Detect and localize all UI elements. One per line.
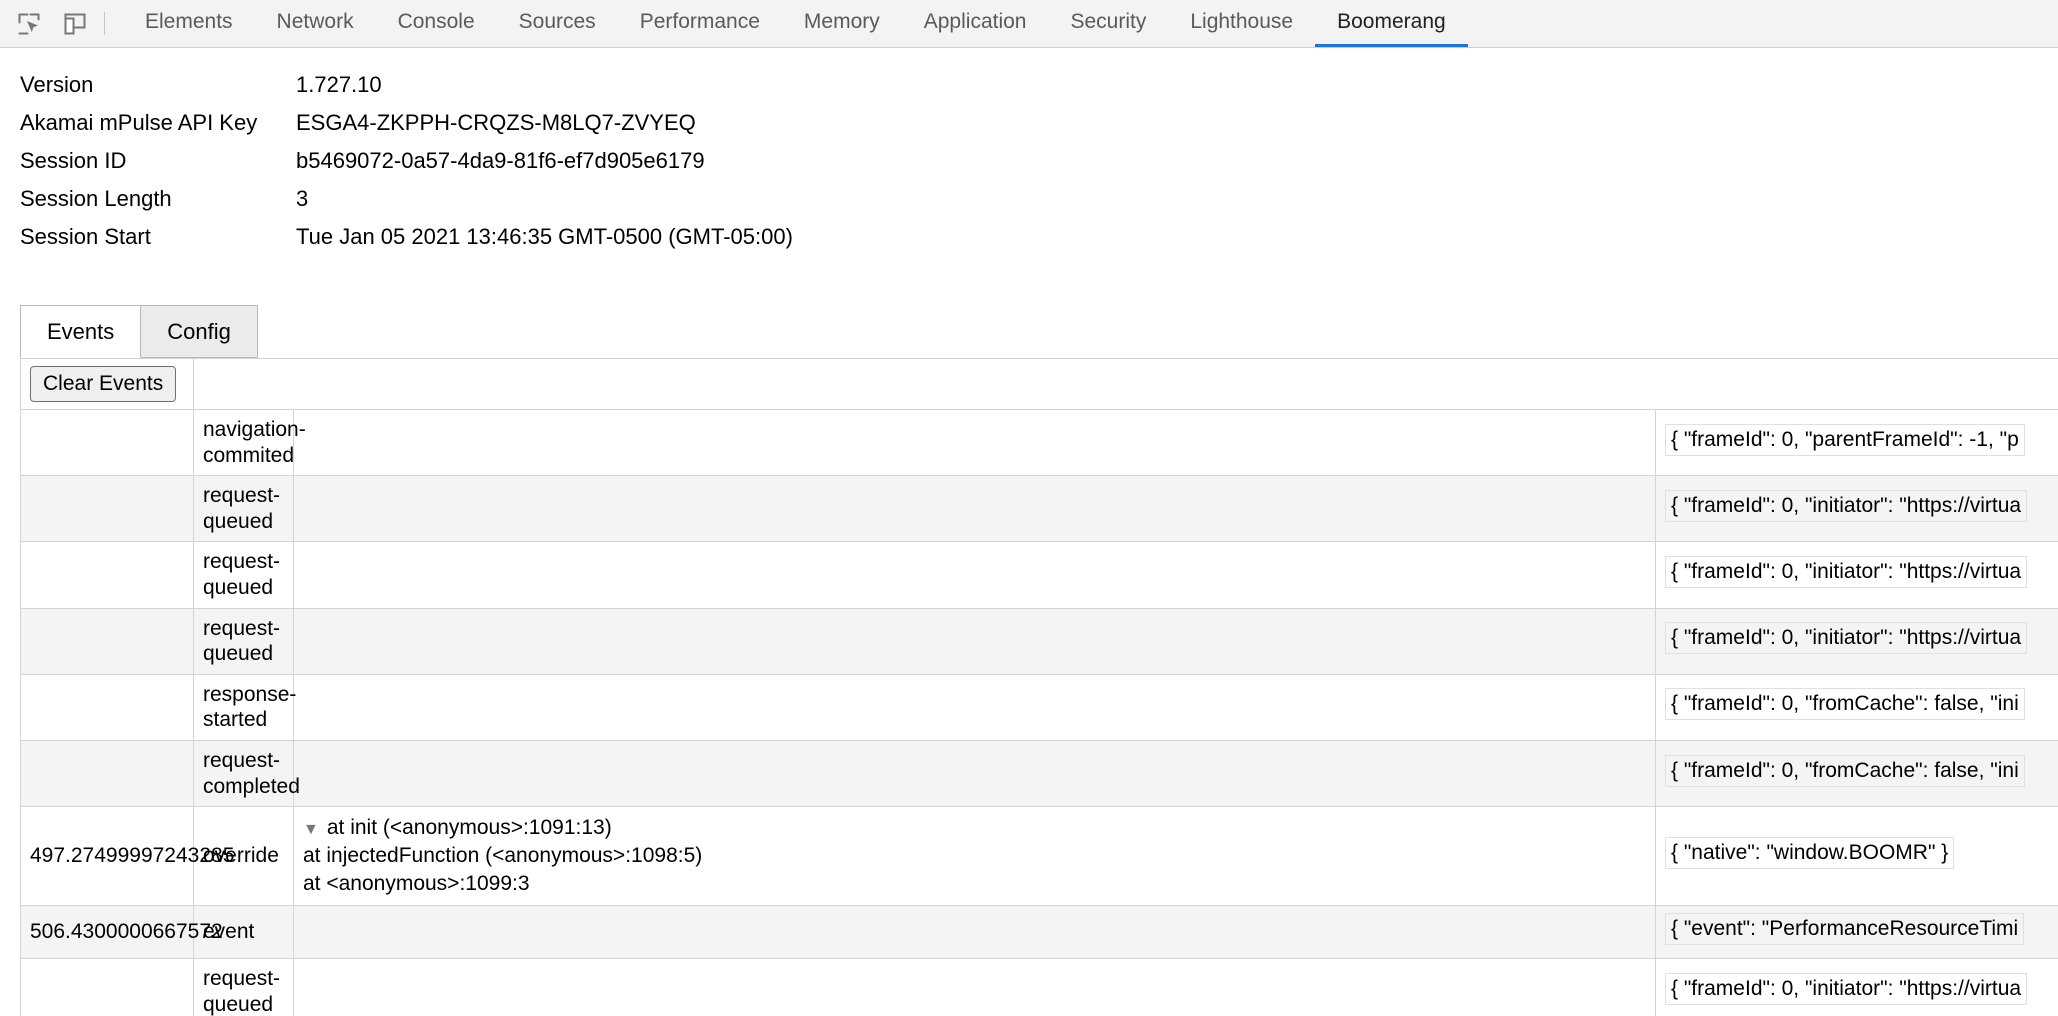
info-label-version: Version: [20, 72, 94, 97]
events-table-container: Clear Events navigation-commited { "frame…: [20, 358, 2058, 1016]
devtools-tab-list: Elements Network Console Sources Perform…: [123, 0, 1468, 47]
tab-elements[interactable]: Elements: [123, 0, 255, 47]
tab-sources[interactable]: Sources: [497, 0, 618, 47]
event-detail-cell: [293, 475, 1656, 543]
events-table-head: Clear Events: [20, 358, 2058, 410]
event-type-cell: event: [193, 905, 294, 960]
event-time-cell: 497.27499997243285: [20, 806, 234, 907]
event-json-cell: { "frameId": 0, "initiator": "https://vi…: [1654, 958, 2058, 1016]
event-json-cell: { "native": "window.BOOMR" }: [1654, 806, 2058, 907]
event-type-cell: request-completed: [193, 740, 300, 808]
event-time-cell: [20, 541, 194, 609]
table-row: response-started { "frameId": 0, "fromCac…: [20, 673, 2058, 742]
event-type-cell: request-queued: [193, 541, 294, 609]
event-detail-cell: [293, 607, 1656, 675]
table-row: request-queued { "frameId": 0, "initiator…: [20, 607, 2058, 675]
event-type-cell: request-queued: [193, 958, 294, 1016]
event-detail-cell: [293, 905, 1656, 960]
tab-memory[interactable]: Memory: [782, 0, 902, 47]
event-json-payload[interactable]: { "native": "window.BOOMR" }: [1665, 837, 1955, 870]
event-json-cell: { "frameId": 0, "initiator": "https://vi…: [1654, 607, 2058, 675]
event-time-cell: [20, 408, 194, 477]
tab-network[interactable]: Network: [255, 0, 376, 47]
event-time-cell: [20, 673, 194, 742]
event-json-payload[interactable]: { "frameId": 0, "parentFrameId": -1, "p: [1665, 423, 2025, 456]
info-row-version: Version 1.727.10: [20, 72, 2058, 110]
info-row-session-id: Session ID b5469072-0a57-4da9-81f6-ef7d9…: [20, 148, 2058, 186]
event-json-payload[interactable]: { "event": "PerformanceResourceTimi: [1665, 913, 2025, 946]
devtools-toolbar: Elements Network Console Sources Perform…: [0, 0, 2058, 48]
clear-events-header-cell: Clear Events: [20, 358, 194, 410]
header-spacer-cell: [192, 358, 2058, 410]
event-json-payload[interactable]: { "frameId": 0, "initiator": "https://vi…: [1665, 972, 2028, 1005]
event-json-payload[interactable]: { "frameId": 0, "initiator": "https://vi…: [1665, 556, 2028, 589]
event-time-cell: [20, 740, 194, 808]
event-json-cell: { "frameId": 0, "initiator": "https://vi…: [1654, 475, 2058, 543]
info-row-session-start: Session Start Tue Jan 05 2021 13:46:35 G…: [20, 224, 2058, 262]
tab-performance[interactable]: Performance: [618, 0, 782, 47]
event-json-payload[interactable]: { "frameId": 0, "initiator": "https://vi…: [1665, 622, 2028, 655]
event-type-cell: override: [193, 806, 294, 907]
toolbar-divider: [104, 12, 105, 35]
info-value-api-key: ESGA4-ZKPPH-CRQZS-M8LQ7-ZVYEQ: [296, 110, 696, 135]
event-json-payload[interactable]: { "frameId": 0, "initiator": "https://vi…: [1665, 489, 2028, 522]
event-type-cell: request-queued: [193, 607, 294, 675]
table-row: request-queued { "frameId": 0, "initiator…: [20, 475, 2058, 543]
event-json-cell: { "event": "PerformanceResourceTimi: [1654, 905, 2058, 960]
table-row: request-queued { "frameId": 0, "initiator…: [20, 958, 2058, 1016]
info-value-session-id: b5469072-0a57-4da9-81f6-ef7d905e6179: [296, 148, 705, 173]
session-info: Version 1.727.10 Akamai mPulse API Key E…: [0, 48, 2058, 262]
info-label-session-id: Session ID: [20, 148, 127, 173]
info-label-api-key: Akamai mPulse API Key: [20, 110, 258, 135]
event-detail-cell: [293, 408, 1656, 477]
clear-events-button[interactable]: Clear Events: [30, 366, 177, 402]
devtools-tool-icons: [0, 0, 100, 47]
event-time-cell: [20, 475, 194, 543]
info-label-session-length: Session Length: [20, 186, 172, 211]
events-table-body: navigation-commited { "frameId": 0, "pare…: [20, 408, 2058, 1016]
event-type-cell: navigation-commited: [193, 408, 306, 477]
event-time-cell: [20, 607, 194, 675]
panel-tab-list: Events Config: [20, 300, 2058, 358]
events-table: Clear Events navigation-commited { "frame…: [20, 358, 2058, 1016]
event-json-cell: { "frameId": 0, "parentFrameId": -1, "p: [1654, 408, 2058, 477]
event-json-payload[interactable]: { "frameId": 0, "fromCache": false, "ini: [1665, 688, 2025, 721]
event-detail-cell: [293, 740, 1656, 808]
event-json-cell: { "frameId": 0, "fromCache": false, "ini: [1654, 673, 2058, 742]
event-type-cell: request-queued: [193, 475, 294, 543]
info-value-version: 1.727.10: [296, 72, 382, 97]
event-detail-cell: [293, 673, 1656, 742]
event-json-cell: { "frameId": 0, "fromCache": false, "ini: [1654, 740, 2058, 808]
collapse-triangle-icon[interactable]: ▼: [303, 821, 319, 839]
event-json-payload[interactable]: { "frameId": 0, "fromCache": false, "ini: [1665, 754, 2025, 787]
panel-tab-events[interactable]: Events: [20, 304, 142, 358]
info-label-session-start: Session Start: [20, 224, 151, 249]
table-row: 497.27499997243285 override ▼ at init (<ano…: [20, 806, 2058, 907]
event-time-cell: 506.4300000667572: [20, 905, 223, 960]
tab-application[interactable]: Application: [902, 0, 1049, 47]
table-row: 506.4300000667572 event { "event": "Perfor…: [20, 905, 2058, 960]
event-detail-cell: [293, 541, 1656, 609]
event-detail-cell: [293, 958, 1656, 1016]
info-value-session-start: Tue Jan 05 2021 13:46:35 GMT-0500 (GMT-0…: [296, 224, 793, 249]
table-row: request-queued { "frameId": 0, "initiator…: [20, 541, 2058, 609]
event-time-cell: [20, 958, 194, 1016]
event-json-cell: { "frameId": 0, "initiator": "https://vi…: [1654, 541, 2058, 609]
info-value-session-length: 3: [296, 186, 309, 211]
tab-lighthouse[interactable]: Lighthouse: [1168, 0, 1315, 47]
info-row-api-key: Akamai mPulse API Key ESGA4-ZKPPH-CRQZS-…: [20, 110, 2058, 148]
table-row: request-completed { "frameId": 0, "fromCa…: [20, 740, 2058, 808]
inspect-element-icon[interactable]: [14, 9, 44, 39]
device-toolbar-icon[interactable]: [60, 9, 90, 39]
tab-security[interactable]: Security: [1048, 0, 1168, 47]
table-row: navigation-commited { "frameId": 0, "pare…: [20, 408, 2058, 477]
tab-console[interactable]: Console: [376, 0, 497, 47]
events-table-header-row: Clear Events: [20, 358, 2058, 410]
tab-boomerang[interactable]: Boomerang: [1315, 0, 1468, 47]
event-type-cell: response-started: [193, 673, 296, 742]
panel-tab-config[interactable]: Config: [140, 304, 258, 358]
event-stack-trace: at init (<anonymous>:1091:13) at injecte…: [303, 816, 703, 896]
event-detail-cell: ▼ at init (<anonymous>:1091:13) at inject…: [293, 806, 1656, 907]
info-row-session-length: Session Length 3: [20, 186, 2058, 224]
